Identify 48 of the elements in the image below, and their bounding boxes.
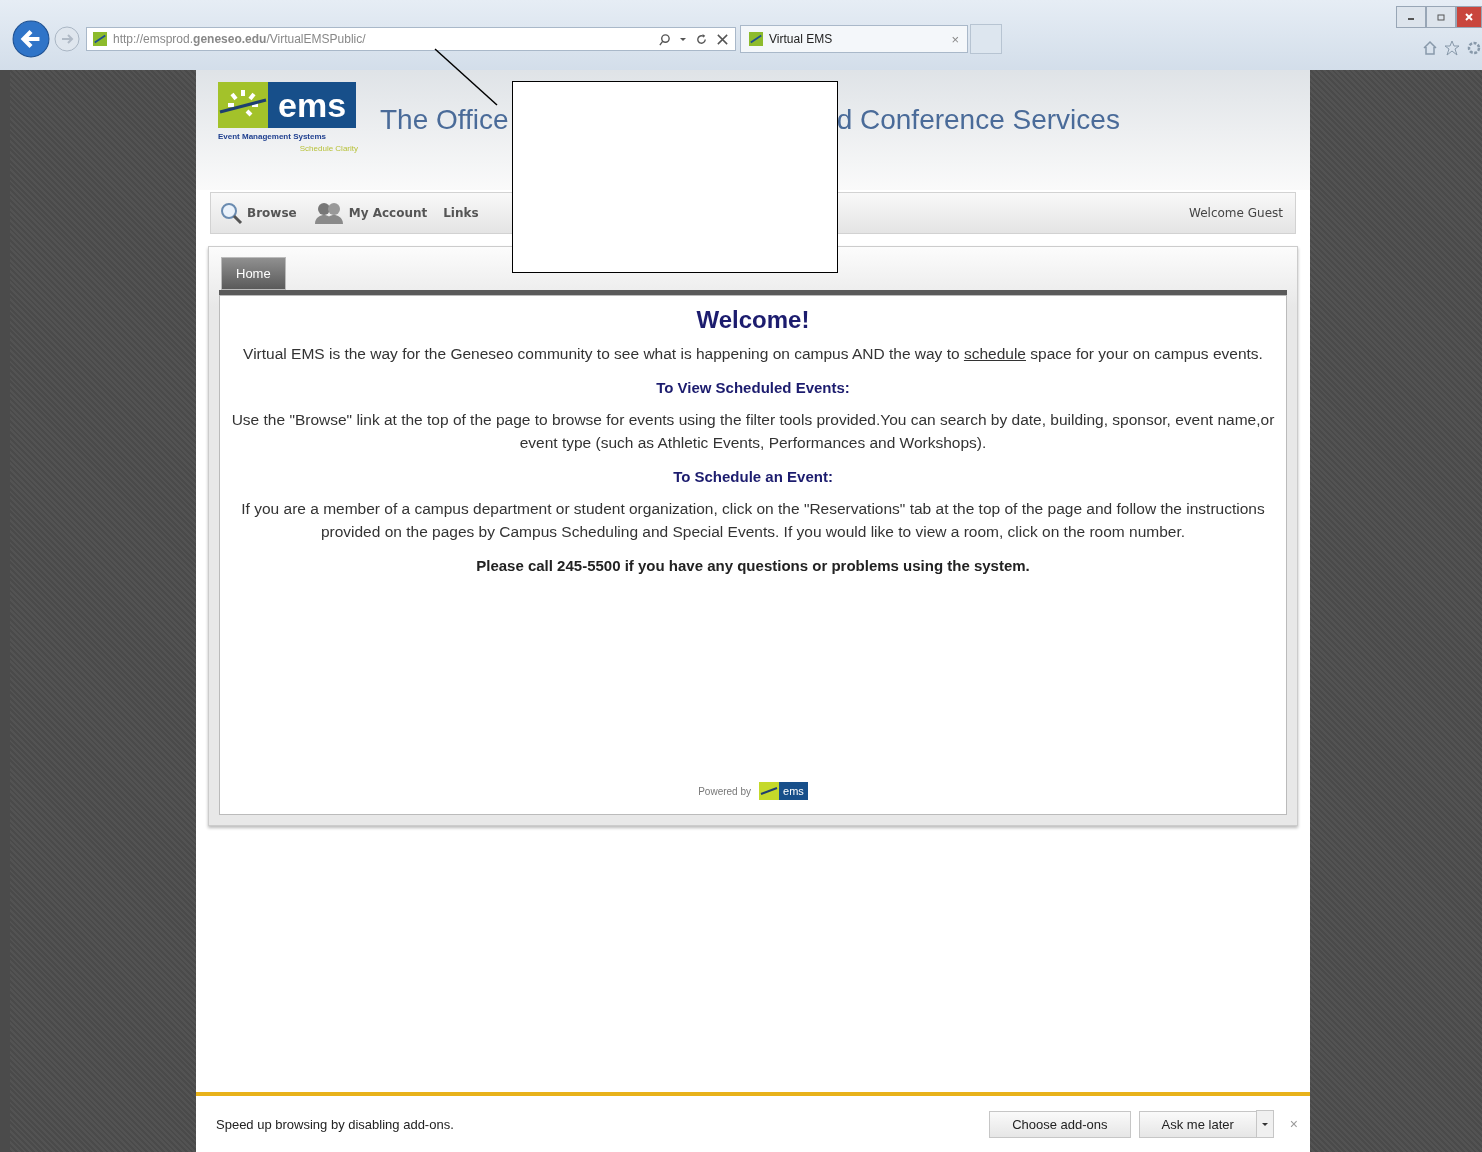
new-tab-button[interactable] bbox=[970, 24, 1002, 54]
nav-link[interactable]: Browse bbox=[219, 201, 297, 225]
restore-button[interactable] bbox=[1426, 6, 1456, 28]
minimize-button[interactable] bbox=[1396, 6, 1426, 28]
contact-note: Please call 245-5500 if you have any questions or problems using the system. bbox=[476, 557, 1030, 574]
intro-paragraph: Virtual EMS is the way for the Geneseo community to see what is happening on campus AND the way to schedule space for your on campus events. bbox=[242, 344, 1264, 364]
forward-button[interactable] bbox=[54, 26, 80, 52]
site-title: d Conference Services bbox=[836, 104, 1120, 136]
tab-close-button[interactable]: × bbox=[951, 31, 959, 47]
ems-logo: ems bbox=[759, 782, 808, 800]
favicon-icon bbox=[93, 32, 107, 46]
home-tab[interactable]: Home bbox=[221, 257, 286, 290]
back-button[interactable] bbox=[12, 20, 50, 58]
window-close-button[interactable] bbox=[1456, 6, 1482, 28]
favicon-icon bbox=[749, 32, 763, 46]
powered-by-text: Powered by bbox=[698, 785, 751, 797]
tab-title: Virtual EMS bbox=[769, 32, 834, 46]
greeting: Welcome Guest bbox=[1189, 206, 1283, 220]
star-icon[interactable] bbox=[1444, 40, 1460, 56]
section-heading: To Schedule an Event: bbox=[673, 468, 833, 485]
people-icon bbox=[312, 201, 345, 225]
section-heading: To View Scheduled Events: bbox=[656, 379, 850, 396]
nav-link[interactable]: My Account bbox=[312, 201, 428, 225]
notification-button[interactable]: Choose add-ons bbox=[989, 1110, 1131, 1138]
browser-tab[interactable]: Virtual EMS × bbox=[740, 25, 968, 53]
settings-icon[interactable] bbox=[1466, 40, 1482, 56]
welcome-heading: Welcome! bbox=[696, 306, 810, 334]
site-title: The Office bbox=[380, 104, 509, 136]
address-bar[interactable]: http://emsprod.geneseo.edu/VirtualEMSPublic/ bbox=[86, 27, 736, 51]
close-icon bbox=[1464, 12, 1474, 22]
nav-link[interactable]: Links bbox=[443, 206, 479, 220]
close-icon[interactable] bbox=[716, 32, 729, 46]
search-icon[interactable] bbox=[658, 32, 671, 46]
refresh-icon[interactable] bbox=[695, 32, 708, 46]
dropdown-icon[interactable] bbox=[679, 35, 687, 43]
paragraph: If you are a member of a campus department or student organization, click on the "Reservations" tab at the top of the page and follow the instructions provided on the pages by Campus Scheduling and Special Events. If you would like to view a room, click on the room number. bbox=[240, 499, 1266, 542]
home-icon[interactable] bbox=[1422, 40, 1438, 56]
schedule-link[interactable]: schedule bbox=[963, 345, 1026, 362]
caret-icon bbox=[1260, 1120, 1269, 1128]
dropdown-button[interactable] bbox=[1255, 1110, 1274, 1138]
restore-icon bbox=[1436, 12, 1446, 22]
search-icon bbox=[219, 201, 243, 225]
notification-button[interactable]: Ask me later bbox=[1138, 1110, 1257, 1138]
callout-line bbox=[434, 48, 498, 106]
ems-logo: ems Event Management Systems Schedule Clarity bbox=[218, 82, 358, 153]
notification-message: Speed up browsing by disabling add-ons. bbox=[216, 1116, 454, 1132]
paragraph: Use the "Browse" link at the top of the page to browse for events using the filter tools provided.You can search by date, building, sponsor, event name,or event type (such as Athletic Events, Performances and Workshops). bbox=[230, 410, 1276, 453]
url-text: http://emsprod.geneseo.edu/VirtualEMSPublic/ bbox=[113, 32, 367, 46]
